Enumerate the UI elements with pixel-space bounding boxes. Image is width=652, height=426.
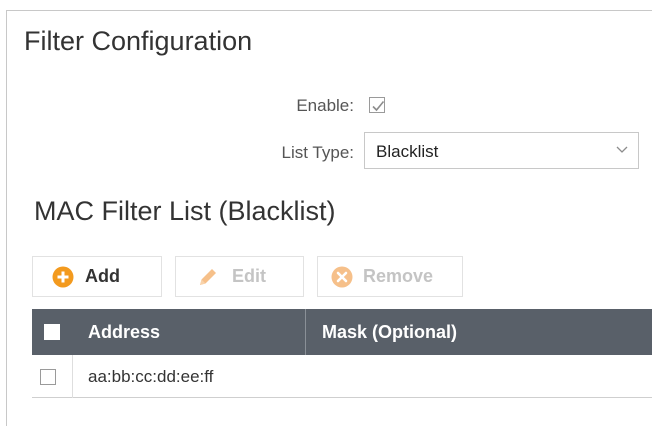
list-type-value: Blacklist xyxy=(376,142,439,161)
plus-circle-icon xyxy=(52,266,74,288)
checkmark-icon xyxy=(372,100,385,112)
list-type-select[interactable]: Blacklist xyxy=(364,132,639,169)
edit-button[interactable]: Edit xyxy=(175,256,304,297)
table-header: Address Mask (Optional) xyxy=(32,309,652,355)
select-all-checkbox[interactable] xyxy=(44,324,60,340)
enable-label: Enable: xyxy=(296,96,354,115)
table-row[interactable]: aa:bb:cc:dd:ee:ff xyxy=(32,355,652,398)
chevron-down-icon xyxy=(616,146,628,153)
column-header-mask[interactable]: Mask (Optional) xyxy=(322,322,457,343)
column-header-address[interactable]: Address xyxy=(88,322,160,343)
edit-button-label: Edit xyxy=(232,266,266,286)
list-type-label: List Type: xyxy=(281,143,354,162)
x-circle-icon xyxy=(331,266,353,288)
add-button-label: Add xyxy=(85,266,120,286)
pencil-icon xyxy=(196,265,220,289)
remove-button[interactable]: Remove xyxy=(317,256,463,297)
row-address: aa:bb:cc:dd:ee:ff xyxy=(88,367,214,386)
column-divider xyxy=(305,309,306,355)
row-checkbox[interactable] xyxy=(40,369,56,385)
add-button[interactable]: Add xyxy=(32,256,162,297)
page-title: Filter Configuration xyxy=(24,26,253,56)
mac-filter-list-title: MAC Filter List (Blacklist) xyxy=(34,196,336,226)
row-divider xyxy=(72,355,73,398)
panel-border-left xyxy=(6,10,7,426)
panel-border-top xyxy=(6,10,652,11)
filter-configuration-page: Filter Configuration Enable: List Type: … xyxy=(0,0,652,426)
enable-checkbox[interactable] xyxy=(369,97,385,113)
remove-button-label: Remove xyxy=(363,266,434,286)
